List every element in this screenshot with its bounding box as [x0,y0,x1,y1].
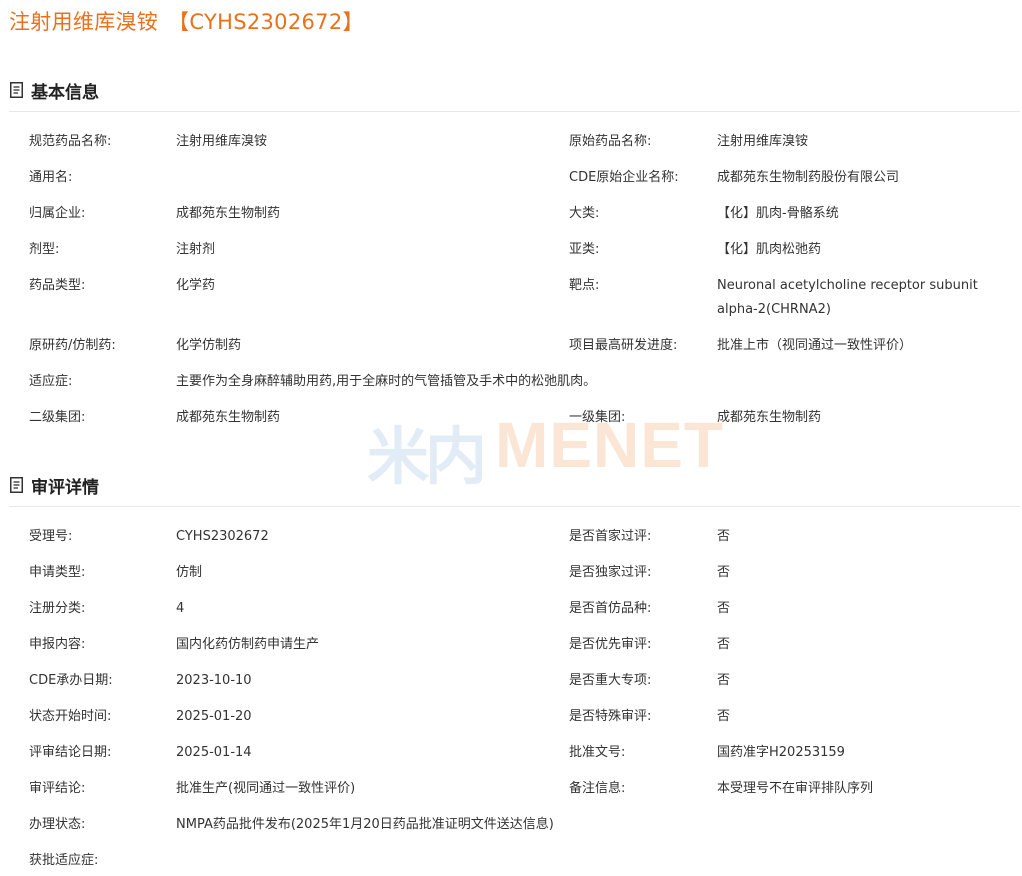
field-label: 是否首家过评: [569,529,652,544]
info-row: 二级集团: 成都苑东生物制药 一级集团: 成都苑东生物制药 [0,400,1022,436]
field-label: 药品类型: [29,278,86,293]
basic-info-list: 规范药品名称: 注射用维库溴铵 原始药品名称: 注射用维库溴铵通用名: CDE原始企业名… [0,124,1022,436]
field-value: 注射用维库溴铵 [176,134,268,149]
field-value: 否 [717,529,731,544]
field-label: 状态开始时间: [29,709,112,724]
info-row: 状态开始时间: 2025-01-20 是否特殊审评: 否 [0,699,1022,735]
field-label: 批准文号: [569,745,626,760]
field-label: 规范药品名称: [29,134,112,149]
info-row: 审评结论: 批准生产(视同通过一致性评价) 备注信息: 本受理号不在审评排队序列 [0,771,1022,807]
document-icon [10,82,23,98]
field-label: 亚类: [569,242,600,257]
page-title: 注射用维库溴铵 【CYHS2302672】 [9,6,364,36]
field-value: 4 [176,601,185,616]
info-row: CDE承办日期: 2023-10-10 是否重大专项: 否 [0,663,1022,699]
field-value: 否 [717,709,731,724]
field-value: Neuronal acetylcholine receptor subunit … [717,278,978,317]
info-row: 原研药/仿制药: 化学仿制药 项目最高研发进度: 批准上市（视同通过一致性评价） [0,328,1022,364]
field-value: 仿制 [176,565,203,580]
review-details-list: 受理号: CYHS2302672 是否首家过评: 否申请类型: 仿制 是否独家过评: 否注册… [0,519,1022,876]
section-title-review-details: 审评详情 [31,478,99,498]
field-label: 适应症: [29,374,73,389]
field-value: 【化】肌肉松弛药 [717,242,822,257]
info-row: 申报内容: 国内化药仿制药申请生产 是否优先审评: 否 [0,627,1022,663]
info-row: 剂型: 注射剂 亚类: 【化】肌肉松弛药 [0,232,1022,268]
info-row: 办理状态: NMPA药品批件发布(2025年1月20日药品批准证明文件送达信息) [0,807,1022,843]
info-row: 受理号: CYHS2302672 是否首家过评: 否 [0,519,1022,555]
info-row: 评审结论日期: 2025-01-14 批准文号: 国药准字H20253159 [0,735,1022,771]
field-value: 主要作为全身麻醉辅助用药,用于全麻时的气管插管及手术中的松弛肌肉。 [176,374,597,389]
field-value: 批准上市（视同通过一致性评价） [717,338,913,353]
field-label: 二级集团: [29,410,86,425]
section-header-review-details: 审评详情 [9,471,1020,507]
field-label: 剂型: [29,242,60,257]
field-label: 项目最高研发进度: [569,338,678,353]
field-value: 成都苑东生物制药股份有限公司 [717,170,900,185]
field-value: 否 [717,673,731,688]
field-label: 评审结论日期: [29,745,112,760]
field-label: 受理号: [29,529,73,544]
info-row: 注册分类: 4 是否首仿品种: 否 [0,591,1022,627]
field-value: CYHS2302672 [176,529,269,544]
field-value: 2023-10-10 [176,673,252,688]
field-label: 原研药/仿制药: [29,338,116,353]
field-value: 否 [717,601,731,616]
field-label: 通用名: [29,170,73,185]
field-label: 备注信息: [569,781,626,796]
field-value: 成都苑东生物制药 [176,206,281,221]
document-icon [10,477,23,493]
field-label: 申请类型: [29,565,86,580]
acceptance-code: 【CYHS2302672】 [168,10,364,34]
info-row: 申请类型: 仿制 是否独家过评: 否 [0,555,1022,591]
field-label: 申报内容: [29,637,86,652]
info-row: 获批适应症: [0,843,1022,876]
field-label: 办理状态: [29,817,86,832]
field-label: 是否优先审评: [569,637,652,652]
field-value: 否 [717,565,731,580]
field-value: 批准生产(视同通过一致性评价) [176,781,356,796]
info-row: 药品类型: 化学药 靶点: Neuronal acetylcholine recept… [0,268,1022,328]
field-value: 否 [717,637,731,652]
field-label: 原始药品名称: [569,134,652,149]
field-value: 国药准字H20253159 [717,745,845,760]
field-value: 2025-01-20 [176,709,252,724]
field-label: 归属企业: [29,206,86,221]
info-row: 规范药品名称: 注射用维库溴铵 原始药品名称: 注射用维库溴铵 [0,124,1022,160]
field-label: 是否首仿品种: [569,601,652,616]
field-label: 是否独家过评: [569,565,652,580]
field-label: CDE承办日期: [29,673,113,688]
field-label: 是否重大专项: [569,673,652,688]
drug-title: 注射用维库溴铵 [9,10,159,34]
field-value: 注射用维库溴铵 [717,134,809,149]
field-label: CDE原始企业名称: [569,170,679,185]
field-value: 本受理号不在审评排队序列 [717,781,874,796]
field-label: 靶点: [569,278,600,293]
info-row: 归属企业: 成都苑东生物制药 大类: 【化】肌肉-骨骼系统 [0,196,1022,232]
field-value: 化学药 [176,278,216,293]
field-value: 注射剂 [176,242,216,257]
field-value: NMPA药品批件发布(2025年1月20日药品批准证明文件送达信息) [176,817,554,832]
field-value: 成都苑东生物制药 [176,410,281,425]
field-label: 大类: [569,206,600,221]
field-value: 国内化药仿制药申请生产 [176,637,320,652]
field-label: 审评结论: [29,781,86,796]
info-row: 适应症: 主要作为全身麻醉辅助用药,用于全麻时的气管插管及手术中的松弛肌肉。 [0,364,1022,400]
field-value: 2025-01-14 [176,745,252,760]
info-row: 通用名: CDE原始企业名称: 成都苑东生物制药股份有限公司 [0,160,1022,196]
field-label: 是否特殊审评: [569,709,652,724]
field-value: 化学仿制药 [176,338,242,353]
section-title-basic-info: 基本信息 [31,83,99,103]
field-label: 一级集团: [569,410,626,425]
field-value: 成都苑东生物制药 [717,410,822,425]
section-header-basic-info: 基本信息 [9,76,1020,112]
field-label: 获批适应症: [29,853,99,868]
field-value: 【化】肌肉-骨骼系统 [717,206,839,221]
field-label: 注册分类: [29,601,86,616]
